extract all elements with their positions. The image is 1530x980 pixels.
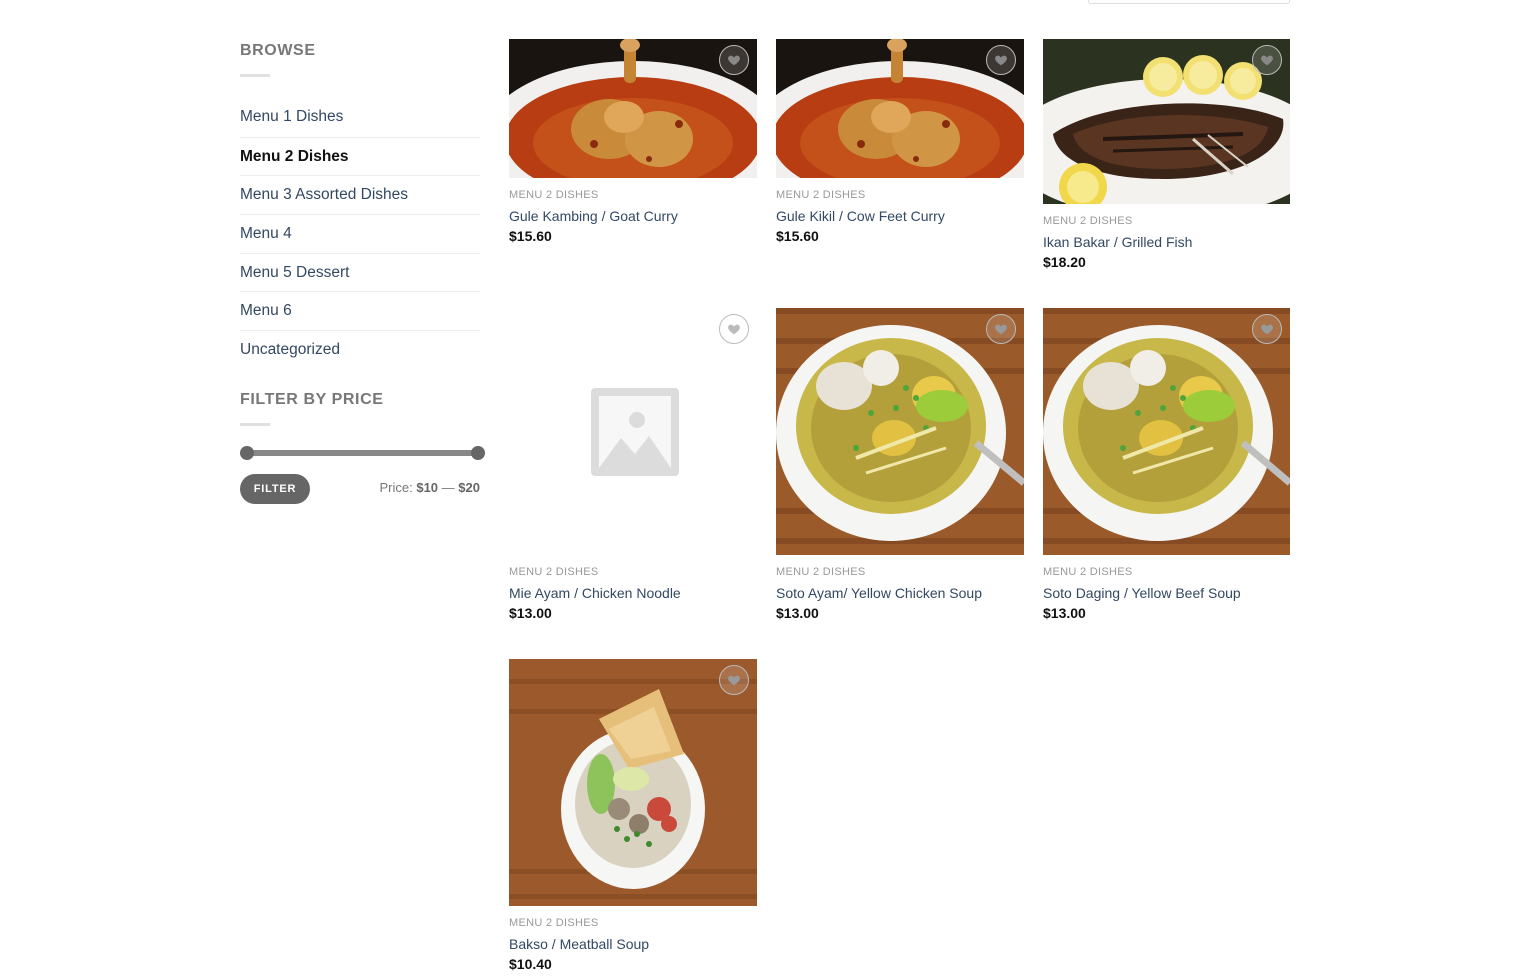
sidebar-item-menu-5[interactable]: Menu 5 Dessert xyxy=(240,252,480,292)
product-price: $18.20 xyxy=(1043,254,1086,270)
product-category: MENU 2 DISHES xyxy=(776,566,866,578)
price-max: $20 xyxy=(458,480,480,495)
price-filter-title: FILTER BY PRICE xyxy=(240,391,384,408)
product-category: MENU 2 DISHES xyxy=(1043,215,1133,227)
sidebar-item-menu-6[interactable]: Menu 6 xyxy=(240,291,480,330)
product-card: MENU 2 DISHES Gule Kikil / Cow Feet Curr… xyxy=(776,39,1024,245)
wishlist-button[interactable] xyxy=(719,45,749,75)
wishlist-button[interactable] xyxy=(1252,314,1282,344)
product-card: MENU 2 DISHES Bakso / Meatball Soup $10.… xyxy=(509,659,757,973)
price-min: $10 xyxy=(416,480,439,495)
product-image-link[interactable] xyxy=(509,39,757,178)
sidebar: BROWSE Menu 1 Dishes Menu 2 Dishes Menu … xyxy=(240,40,480,369)
product-category: MENU 2 DISHES xyxy=(1043,566,1133,578)
product-card: MENU 2 DISHES Ikan Bakar / Grilled Fish … xyxy=(1043,39,1290,271)
product-price: $15.60 xyxy=(776,228,819,244)
wishlist-button[interactable] xyxy=(719,665,749,695)
product-card: MENU 2 DISHES Gule Kambing / Goat Curry … xyxy=(509,39,757,245)
heart-icon xyxy=(995,55,1007,66)
sidebar-item-menu-3[interactable]: Menu 3 Assorted Dishes xyxy=(240,175,480,214)
wishlist-button[interactable] xyxy=(986,45,1016,75)
product-image-link[interactable] xyxy=(509,308,757,555)
product-title-link[interactable]: Ikan Bakar / Grilled Fish xyxy=(1043,233,1290,251)
product-category: MENU 2 DISHES xyxy=(509,566,599,578)
product-category: MENU 2 DISHES xyxy=(509,917,599,929)
browse-title: BROWSE xyxy=(240,42,316,59)
product-image xyxy=(1043,308,1290,555)
product-title-link[interactable]: Soto Daging / Yellow Beef Soup xyxy=(1043,584,1290,602)
product-title-link[interactable]: Gule Kambing / Goat Curry xyxy=(509,207,757,225)
product-image-link[interactable] xyxy=(776,308,1024,555)
product-image xyxy=(776,308,1024,555)
heart-icon xyxy=(995,324,1007,335)
wishlist-button[interactable] xyxy=(986,314,1016,344)
heart-icon xyxy=(728,675,740,686)
product-price: $10.40 xyxy=(509,956,552,972)
price-separator: — xyxy=(441,480,455,495)
product-price: $13.00 xyxy=(776,605,819,621)
product-price: $13.00 xyxy=(509,605,552,621)
product-image-link[interactable] xyxy=(1043,308,1290,555)
product-card: MENU 2 DISHES Soto Daging / Yellow Beef … xyxy=(1043,308,1290,622)
heart-icon xyxy=(1261,324,1273,335)
product-title-link[interactable]: Mie Ayam / Chicken Noodle xyxy=(509,584,757,602)
sidebar-item-menu-1[interactable]: Menu 1 Dishes xyxy=(240,98,480,137)
filter-button[interactable]: FILTER xyxy=(240,474,310,504)
wishlist-button[interactable] xyxy=(719,314,749,344)
product-title-link[interactable]: Bakso / Meatball Soup xyxy=(509,935,757,953)
product-card: MENU 2 DISHES Soto Ayam/ Yellow Chicken … xyxy=(776,308,1024,622)
price-filter-widget: FILTER BY PRICE FILTER Price: $10 — $20 xyxy=(240,389,485,506)
product-title-link[interactable]: Gule Kikil / Cow Feet Curry xyxy=(776,207,1024,225)
price-range-label: Price: $10 — $20 xyxy=(379,480,480,495)
product-image xyxy=(509,659,757,906)
product-image-link[interactable] xyxy=(776,39,1024,178)
product-price: $13.00 xyxy=(1043,605,1086,621)
wishlist-button[interactable] xyxy=(1252,45,1282,75)
product-image-link[interactable] xyxy=(1043,39,1290,204)
title-divider xyxy=(240,423,270,426)
category-list: Menu 1 Dishes Menu 2 Dishes Menu 3 Assor… xyxy=(240,98,480,369)
price-prefix: Price: xyxy=(379,480,413,495)
heart-icon xyxy=(1261,55,1273,66)
search-input[interactable] xyxy=(1088,0,1290,4)
product-category: MENU 2 DISHES xyxy=(776,189,866,201)
sidebar-item-menu-2[interactable]: Menu 2 Dishes xyxy=(240,136,480,176)
price-slider[interactable] xyxy=(240,446,485,461)
product-image-link[interactable] xyxy=(509,659,757,906)
heart-icon xyxy=(728,55,740,66)
product-category: MENU 2 DISHES xyxy=(509,189,599,201)
sidebar-item-uncategorized[interactable]: Uncategorized xyxy=(240,330,480,369)
title-divider xyxy=(240,74,270,77)
product-price: $15.60 xyxy=(509,228,552,244)
product-card: MENU 2 DISHES Mie Ayam / Chicken Noodle … xyxy=(509,308,757,622)
slider-max-handle[interactable] xyxy=(471,446,485,460)
slider-track xyxy=(246,450,479,456)
sidebar-item-menu-4[interactable]: Menu 4 xyxy=(240,214,480,253)
product-title-link[interactable]: Soto Ayam/ Yellow Chicken Soup xyxy=(776,584,1024,602)
slider-min-handle[interactable] xyxy=(240,446,254,460)
image-placeholder-icon xyxy=(509,308,757,555)
heart-icon xyxy=(728,324,740,335)
